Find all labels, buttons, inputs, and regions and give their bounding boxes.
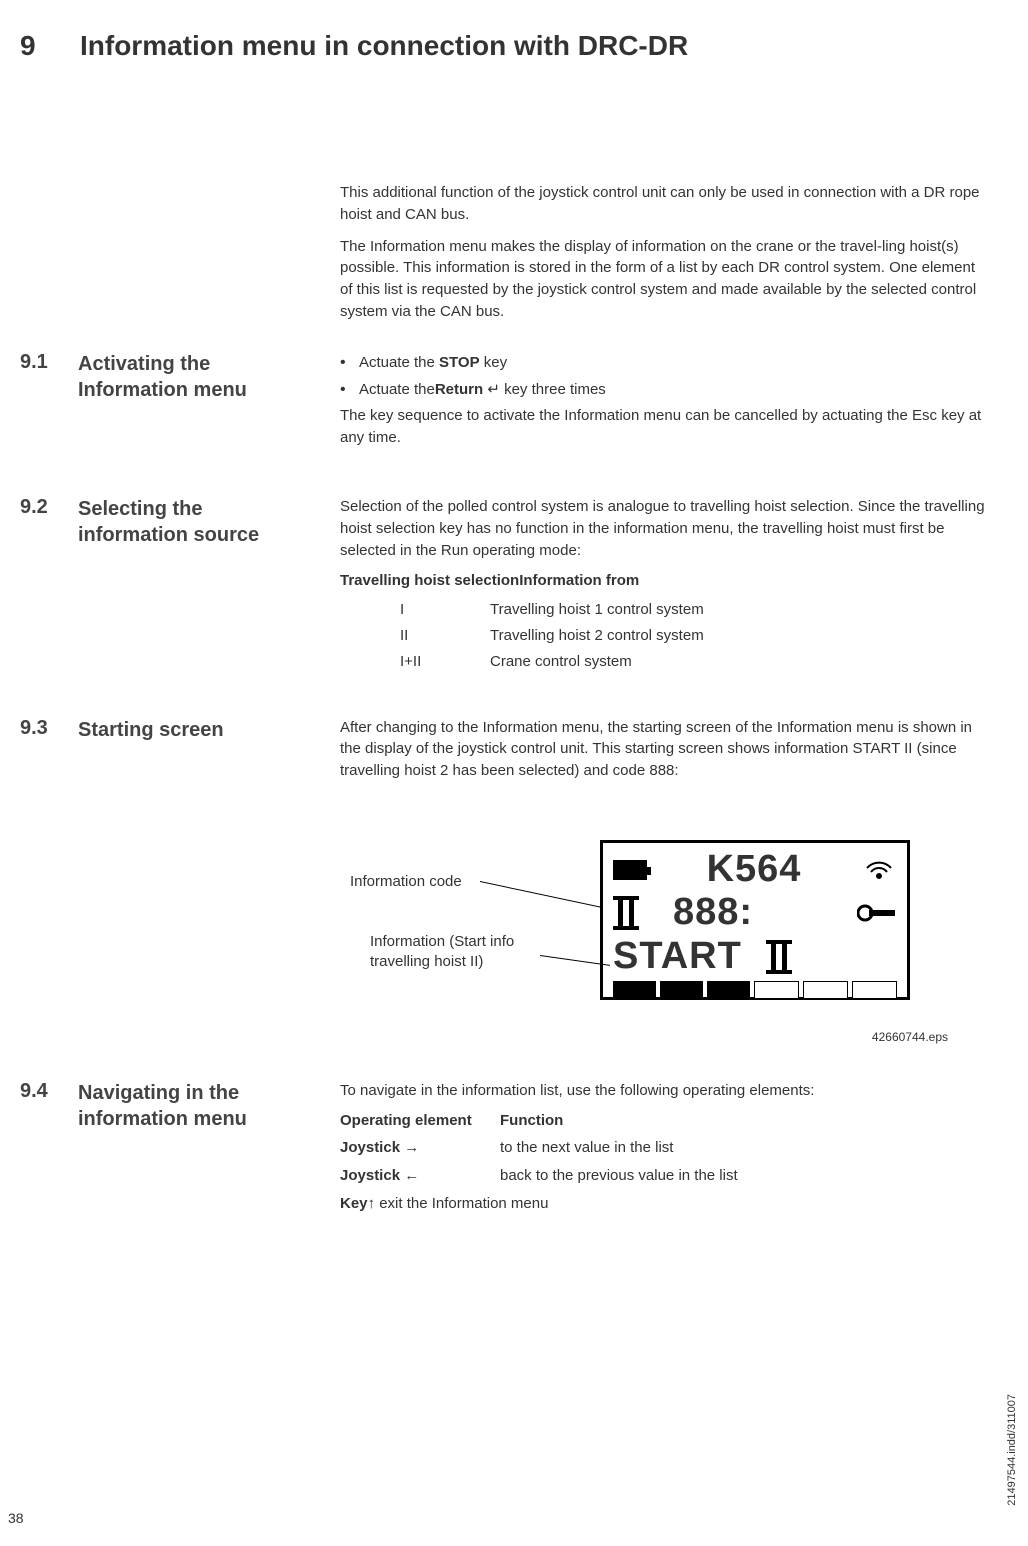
op-func: back to the previous value in the list (500, 1165, 988, 1187)
op-name: Joystick (340, 1139, 400, 1156)
figure-caption: 42660744.eps (872, 1030, 948, 1044)
table-row: II Travelling hoist 2 control system (400, 625, 988, 647)
th2: Information from (519, 572, 639, 589)
col-selection: II (400, 625, 490, 647)
table-row: Joystick → to the next value in the list (340, 1137, 988, 1159)
callout-info-code: Information code (350, 872, 462, 892)
lcd-softkeys (613, 981, 897, 999)
intro-text: This additional function of the joystick… (340, 182, 988, 323)
col-selection: I+II (400, 651, 490, 673)
lcd-line2: 888: (673, 891, 753, 934)
sec-num: 9.3 (20, 717, 60, 740)
document-id: 21497544.indd/311007 (1006, 1394, 1018, 1506)
table-row: Joystick ← back to the previous value in… (340, 1165, 988, 1187)
table-row: I Travelling hoist 1 control system (400, 599, 988, 621)
operating-table: Operating element Function Joystick → to… (340, 1110, 988, 1215)
intro-p2: The Information menu makes the display o… (340, 236, 988, 323)
col-info: Crane control system (490, 651, 988, 673)
wrench-icon (857, 901, 897, 925)
table-row: I+II Crane control system (400, 651, 988, 673)
sec-title: Navigating in the information menu (78, 1080, 308, 1132)
table-row: Key↑ exit the Information menu (340, 1193, 988, 1215)
text: ↵ key three times (483, 381, 606, 398)
list-item: Actuate theReturn ↵ key three times (340, 378, 988, 401)
th-function: Function (500, 1110, 988, 1132)
op-func: exit the Information menu (379, 1195, 548, 1212)
col-info: Travelling hoist 2 control system (490, 625, 988, 647)
col-selection: I (400, 599, 490, 621)
section-9-3: 9.3 Starting screen After changing to th… (20, 717, 988, 790)
table-header: Travelling hoist selectionInformation fr… (340, 570, 988, 592)
roman-2-icon (613, 896, 639, 930)
sec-title: Selecting the information source (78, 496, 308, 548)
callout-info-start: Information (Start info travelling hoist… (370, 932, 540, 973)
stop-key: STOP (439, 354, 480, 371)
roman-2-icon (766, 940, 792, 974)
section-9-1: 9.1 Activating the Information menu Actu… (20, 351, 988, 457)
signal-icon (861, 858, 897, 882)
heading-number: 9 (20, 30, 56, 62)
text: Actuate the (359, 354, 439, 371)
heading-title: Information menu in connection with DRC-… (80, 30, 688, 62)
arrow-right-icon: → (404, 1139, 419, 1156)
sec-title: Activating the Information menu (78, 351, 308, 403)
sec-title: Starting screen (78, 717, 308, 743)
paragraph: After changing to the Information menu, … (340, 717, 988, 782)
page-number: 38 (8, 1510, 24, 1526)
op-name: Joystick (340, 1167, 400, 1184)
lcd-line1: K564 (707, 848, 802, 891)
paragraph: The key sequence to activate the Informa… (340, 405, 988, 449)
text: key (480, 354, 508, 371)
sec-num: 9.2 (20, 496, 60, 519)
arrow-up-icon: ↑ (368, 1195, 376, 1212)
paragraph: To navigate in the information list, use… (340, 1080, 988, 1102)
col-info: Travelling hoist 1 control system (490, 599, 988, 621)
sec-num: 9.1 (20, 351, 60, 374)
selection-table: I Travelling hoist 1 control system II T… (400, 599, 988, 672)
op-func: to the next value in the list (500, 1137, 988, 1159)
section-9-2: 9.2 Selecting the information source Sel… (20, 496, 988, 676)
list-item: Actuate the STOP key (340, 351, 988, 374)
op-name: Key (340, 1195, 368, 1212)
sec-num: 9.4 (20, 1080, 60, 1103)
starting-screen-figure: Information code Information (Start info… (340, 840, 988, 1070)
th1: Travelling hoist selection (340, 572, 519, 589)
section-9-4: 9.4 Navigating in the information menu T… (20, 1080, 988, 1221)
text: Actuate the (359, 381, 435, 398)
lcd-line3: START (613, 935, 742, 978)
main-heading: 9 Information menu in connection with DR… (20, 30, 988, 62)
th-operating: Operating element (340, 1110, 500, 1132)
return-key: Return (435, 381, 483, 398)
paragraph: Selection of the polled control system i… (340, 496, 988, 561)
intro-p1: This additional function of the joystick… (340, 182, 988, 226)
arrow-left-icon: ← (404, 1167, 419, 1184)
leader-line (480, 881, 600, 929)
lcd-display: K564 888: START (600, 840, 910, 1000)
battery-icon (613, 860, 647, 880)
